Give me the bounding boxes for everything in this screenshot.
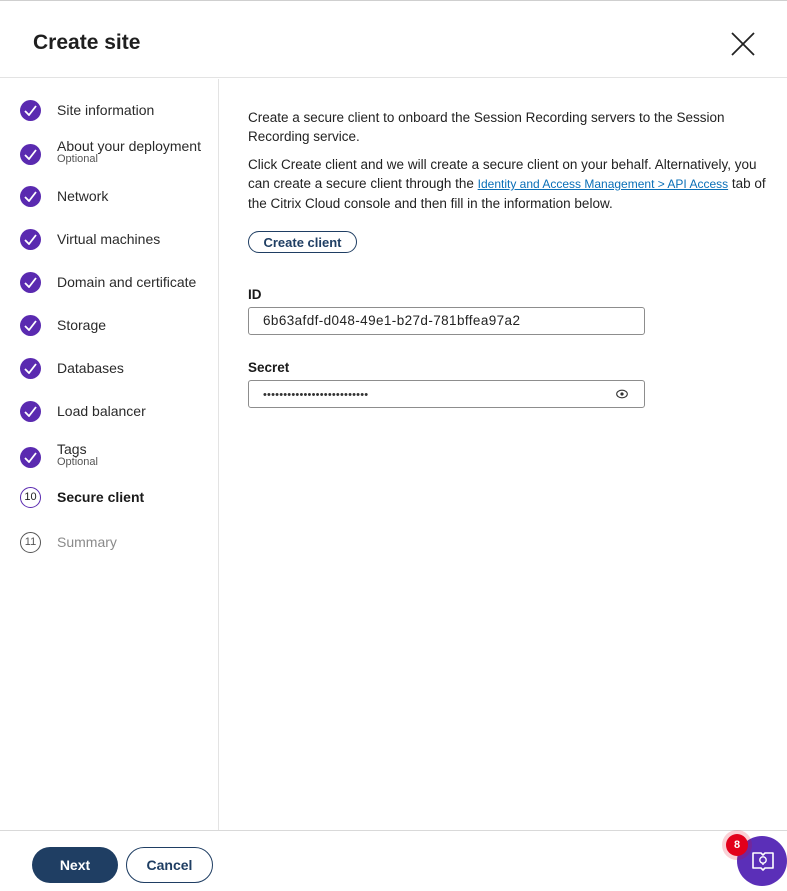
check-icon — [20, 144, 41, 165]
check-icon — [20, 100, 41, 121]
step-network[interactable]: Network — [20, 186, 215, 222]
notification-badge: 8 — [726, 834, 748, 856]
step-label: Tags — [57, 441, 87, 457]
step-label: Site information — [57, 102, 155, 118]
step-about-your-deployment[interactable]: About your deployment Optional — [20, 138, 215, 177]
step-databases[interactable]: Databases — [20, 358, 215, 394]
check-icon — [20, 272, 41, 293]
check-icon — [20, 229, 41, 250]
secure-client-content: Create a secure client to onboard the Se… — [248, 108, 768, 222]
step-storage[interactable]: Storage — [20, 315, 215, 351]
step-secure-client[interactable]: 10 Secure client — [20, 487, 215, 523]
check-icon — [20, 186, 41, 207]
step-virtual-machines[interactable]: Virtual machines — [20, 229, 215, 265]
step-label: Load balancer — [57, 403, 146, 419]
api-access-link[interactable]: Identity and Access Management > API Acc… — [478, 177, 728, 191]
instructions-text: Click Create client and we will create a… — [248, 155, 768, 213]
eye-icon[interactable] — [616, 389, 628, 399]
cancel-button[interactable]: Cancel — [126, 847, 213, 883]
step-number-11: 11 — [20, 532, 41, 553]
help-book-icon — [752, 852, 774, 871]
step-summary: 11 Summary — [20, 532, 215, 568]
close-icon — [731, 32, 755, 56]
check-icon — [20, 401, 41, 422]
check-icon — [20, 315, 41, 336]
step-number-10: 10 — [20, 487, 41, 508]
next-button[interactable]: Next — [32, 847, 118, 883]
step-label: Databases — [57, 360, 124, 376]
id-field[interactable]: 6b63afdf-d048-49e1-b27d-781bffea97a2 — [248, 307, 645, 335]
intro-text: Create a secure client to onboard the Se… — [248, 110, 725, 144]
step-label: Secure client — [57, 489, 145, 505]
step-optional-label: Optional — [57, 153, 98, 165]
step-label: Domain and certificate — [57, 274, 197, 290]
step-site-information[interactable]: Site information — [20, 100, 215, 136]
step-label: About your deployment — [57, 138, 201, 154]
check-icon — [20, 358, 41, 379]
step-label: Network — [57, 188, 109, 204]
wizard-stepper: Site information About your deployment O… — [0, 79, 219, 831]
secret-field[interactable]: •••••••••••••••••••••••••• — [248, 380, 645, 408]
secret-value: •••••••••••••••••••••••••• — [263, 389, 369, 401]
secret-label: Secret — [248, 360, 290, 375]
step-domain-and-certificate[interactable]: Domain and certificate — [20, 272, 215, 308]
create-client-button[interactable]: Create client — [248, 231, 357, 253]
close-button[interactable] — [729, 30, 757, 58]
step-load-balancer[interactable]: Load balancer — [20, 401, 215, 437]
dialog-footer: Next Cancel — [0, 830, 787, 891]
dialog-title: Create site — [33, 31, 141, 54]
dialog-header: Create site — [0, 1, 787, 78]
id-label: ID — [248, 287, 262, 302]
step-label: Storage — [57, 317, 107, 333]
check-icon — [20, 447, 41, 468]
step-tags[interactable]: Tags Optional — [20, 441, 215, 480]
create-site-dialog: Create site Site information About your … — [0, 0, 787, 891]
step-label: Summary — [57, 534, 117, 550]
step-optional-label: Optional — [57, 456, 98, 468]
step-label: Virtual machines — [57, 231, 161, 247]
